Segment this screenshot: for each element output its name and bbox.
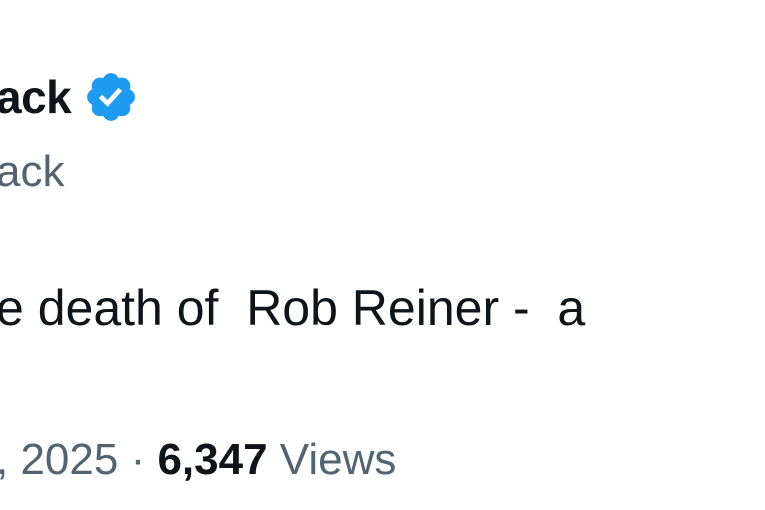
author-row[interactable]: ack <box>0 62 139 132</box>
tweet-card: ack ack e death of Rob Reiner - a , 2025… <box>0 0 765 510</box>
verified-badge-icon[interactable] <box>83 69 139 125</box>
tweet-meta: , 2025 · 6,347 Views <box>0 438 396 482</box>
author-handle[interactable]: ack <box>0 150 64 194</box>
tweet-text: e death of Rob Reiner - a <box>0 280 586 336</box>
meta-separator: · <box>118 435 158 484</box>
views-label: Views <box>267 435 397 484</box>
author-display-name[interactable]: ack <box>0 74 72 120</box>
views-count: 6,347 <box>157 435 268 484</box>
tweet-date[interactable]: , 2025 <box>0 435 118 484</box>
